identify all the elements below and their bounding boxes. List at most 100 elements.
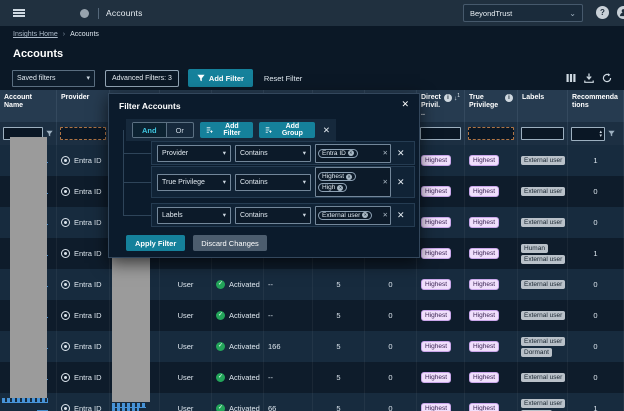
- cell-true-privilege: Highest: [465, 362, 518, 394]
- field-select[interactable]: Provider ▾: [157, 144, 231, 162]
- download-icon[interactable]: [584, 73, 594, 83]
- breadcrumb-home-link[interactable]: Insights Home: [13, 31, 58, 38]
- cell-recommendations: 0: [568, 300, 624, 332]
- chevron-down-icon: ▾: [302, 212, 306, 219]
- reset-filter-button[interactable]: Reset Filter: [264, 74, 302, 83]
- cell-provider: Entra ID: [57, 238, 110, 270]
- remove-condition-icon[interactable]: ✕: [397, 210, 405, 221]
- cell-labels: External user: [518, 145, 568, 177]
- profile-icon[interactable]: [617, 6, 624, 19]
- provider-filter-input[interactable]: [60, 127, 106, 141]
- col-header-direct-privilege[interactable]: Direct Privil... i ↓1: [417, 90, 465, 123]
- filter-icon[interactable]: [608, 130, 615, 137]
- remove-group-icon[interactable]: ✕: [323, 125, 330, 136]
- operator-select[interactable]: Contains ▾: [235, 206, 311, 224]
- filter-cell-direct-privilege: [417, 122, 465, 146]
- menu-icon[interactable]: [13, 9, 25, 17]
- provider-label: Entra ID: [74, 249, 102, 259]
- info-icon[interactable]: i: [505, 94, 513, 102]
- cell-labels: External user: [518, 207, 568, 239]
- add-filter-button[interactable]: Add Filter: [187, 69, 253, 87]
- chip-remove-icon[interactable]: ✕: [346, 173, 353, 180]
- clear-values-icon[interactable]: ✕: [383, 178, 388, 186]
- value-field[interactable]: Highest ✕ High ✕ ✕: [315, 167, 391, 197]
- privilege-badge: Highest: [469, 279, 500, 291]
- true-privilege-filter-input[interactable]: [468, 127, 514, 141]
- cell-type: User: [160, 393, 212, 411]
- table-row[interactable]: Entra ID User ✓ Activated 66 5 0 Highest Highest…: [0, 393, 624, 411]
- entra-id-icon: [61, 342, 70, 352]
- label-badge: External user: [521, 254, 566, 264]
- chip-remove-icon[interactable]: ✕: [347, 150, 354, 156]
- cell-provider: Entra ID: [57, 331, 110, 363]
- col-header-labels[interactable]: Labels: [518, 90, 568, 123]
- sort-indicator: ↓1: [453, 93, 460, 103]
- privilege-badge: Highest: [469, 248, 500, 260]
- operator-and-button[interactable]: And: [133, 123, 166, 137]
- apply-filter-button[interactable]: Apply Filter: [126, 235, 186, 251]
- recommendations-stepper[interactable]: ▴ ▾: [571, 126, 605, 141]
- redaction-block-account-names: [10, 137, 47, 398]
- beyondtrust-logo: [80, 8, 89, 18]
- cell-days: 166: [264, 331, 313, 363]
- advanced-filters-button[interactable]: Advanced Filters: 3: [105, 69, 179, 87]
- cell-provider: Entra ID: [57, 207, 110, 239]
- stepper-arrows[interactable]: ▴ ▾: [599, 129, 602, 138]
- table-row[interactable]: Entra ID User ✓ Activated -- 5 0 Highest Highest…: [0, 362, 624, 394]
- privilege-badge: Highest: [469, 310, 500, 322]
- dialog-add-filter-button[interactable]: Add Filter: [199, 122, 253, 138]
- close-icon[interactable]: ✕: [401, 99, 409, 110]
- privilege-badge: Highest: [421, 403, 452, 411]
- col-header-true-privilege[interactable]: True Privilege i: [465, 90, 518, 123]
- table-row[interactable]: Entra ID User ✓ Activated -- 5 0 Highest Highest…: [0, 269, 624, 301]
- clear-values-icon[interactable]: ✕: [383, 149, 388, 157]
- redacted-account-link: [37, 406, 48, 411]
- clear-values-icon[interactable]: ✕: [383, 211, 388, 219]
- cell-days: --: [264, 300, 313, 332]
- privilege-badge: Highest: [469, 155, 500, 167]
- label-badge: Dormant: [521, 347, 552, 357]
- cell-recommendations: 0: [568, 176, 624, 208]
- col-header-provider[interactable]: Provider: [57, 90, 110, 123]
- org-selector[interactable]: BeyondTrust ⌄: [463, 4, 583, 22]
- operator-or-button[interactable]: Or: [165, 123, 193, 137]
- table-row[interactable]: Entra ID User ✓ Activated 166 5 0 Highest Highes…: [0, 331, 624, 363]
- refresh-icon[interactable]: [602, 73, 612, 83]
- cell-type: User: [160, 300, 212, 332]
- cell-direct-privilege: Highest: [417, 207, 465, 239]
- chevron-down-icon: ⌄: [569, 8, 576, 18]
- cell-count: 0: [365, 269, 417, 301]
- value-field[interactable]: External user ✕ ✕: [315, 205, 391, 225]
- provider-label: Entra ID: [74, 404, 102, 411]
- info-icon[interactable]: i: [443, 94, 452, 102]
- chip-remove-icon[interactable]: ✕: [362, 212, 369, 218]
- operator-select[interactable]: Contains ▾: [235, 173, 311, 191]
- dialog-add-group-button[interactable]: Add Group: [258, 122, 315, 138]
- columns-icon[interactable]: [566, 73, 576, 83]
- filter-toolbar: Saved filters ▾ Advanced Filters: 3 Add …: [12, 69, 612, 87]
- direct-privilege-filter-input[interactable]: [420, 127, 461, 141]
- help-icon[interactable]: ?: [596, 6, 609, 19]
- status-check-icon: ✓: [216, 404, 225, 411]
- field-select[interactable]: True Privilege ▾: [157, 173, 231, 191]
- cell-direct-privilege: Highest: [417, 145, 465, 177]
- discard-changes-button[interactable]: Discard Changes: [193, 235, 267, 251]
- cell-true-privilege: Highest: [465, 207, 518, 239]
- saved-filters-select[interactable]: Saved filters ▾: [12, 69, 95, 87]
- col-header-recommendations[interactable]: Recommendations: [568, 90, 624, 123]
- remove-condition-icon[interactable]: ✕: [397, 177, 405, 188]
- cell-labels: External user: [518, 362, 568, 394]
- cell-true-privilege: Highest: [465, 176, 518, 208]
- value-field[interactable]: Entra ID ✕ ✕: [315, 143, 391, 163]
- cell-true-privilege: Highest: [465, 300, 518, 332]
- remove-condition-icon[interactable]: ✕: [397, 148, 405, 159]
- chip-remove-icon[interactable]: ✕: [337, 184, 344, 191]
- col-header-account-name[interactable]: Account Name: [0, 90, 57, 123]
- labels-filter-input[interactable]: [521, 127, 564, 141]
- filter-icon[interactable]: [46, 130, 53, 137]
- privilege-badge: Highest: [421, 248, 452, 260]
- operator-select[interactable]: Contains ▾: [235, 144, 311, 162]
- table-row[interactable]: Entra ID User ✓ Activated -- 5 0 Highest Highest…: [0, 300, 624, 332]
- field-select[interactable]: Labels ▾: [157, 206, 231, 224]
- value-chip: High ✕: [318, 183, 348, 192]
